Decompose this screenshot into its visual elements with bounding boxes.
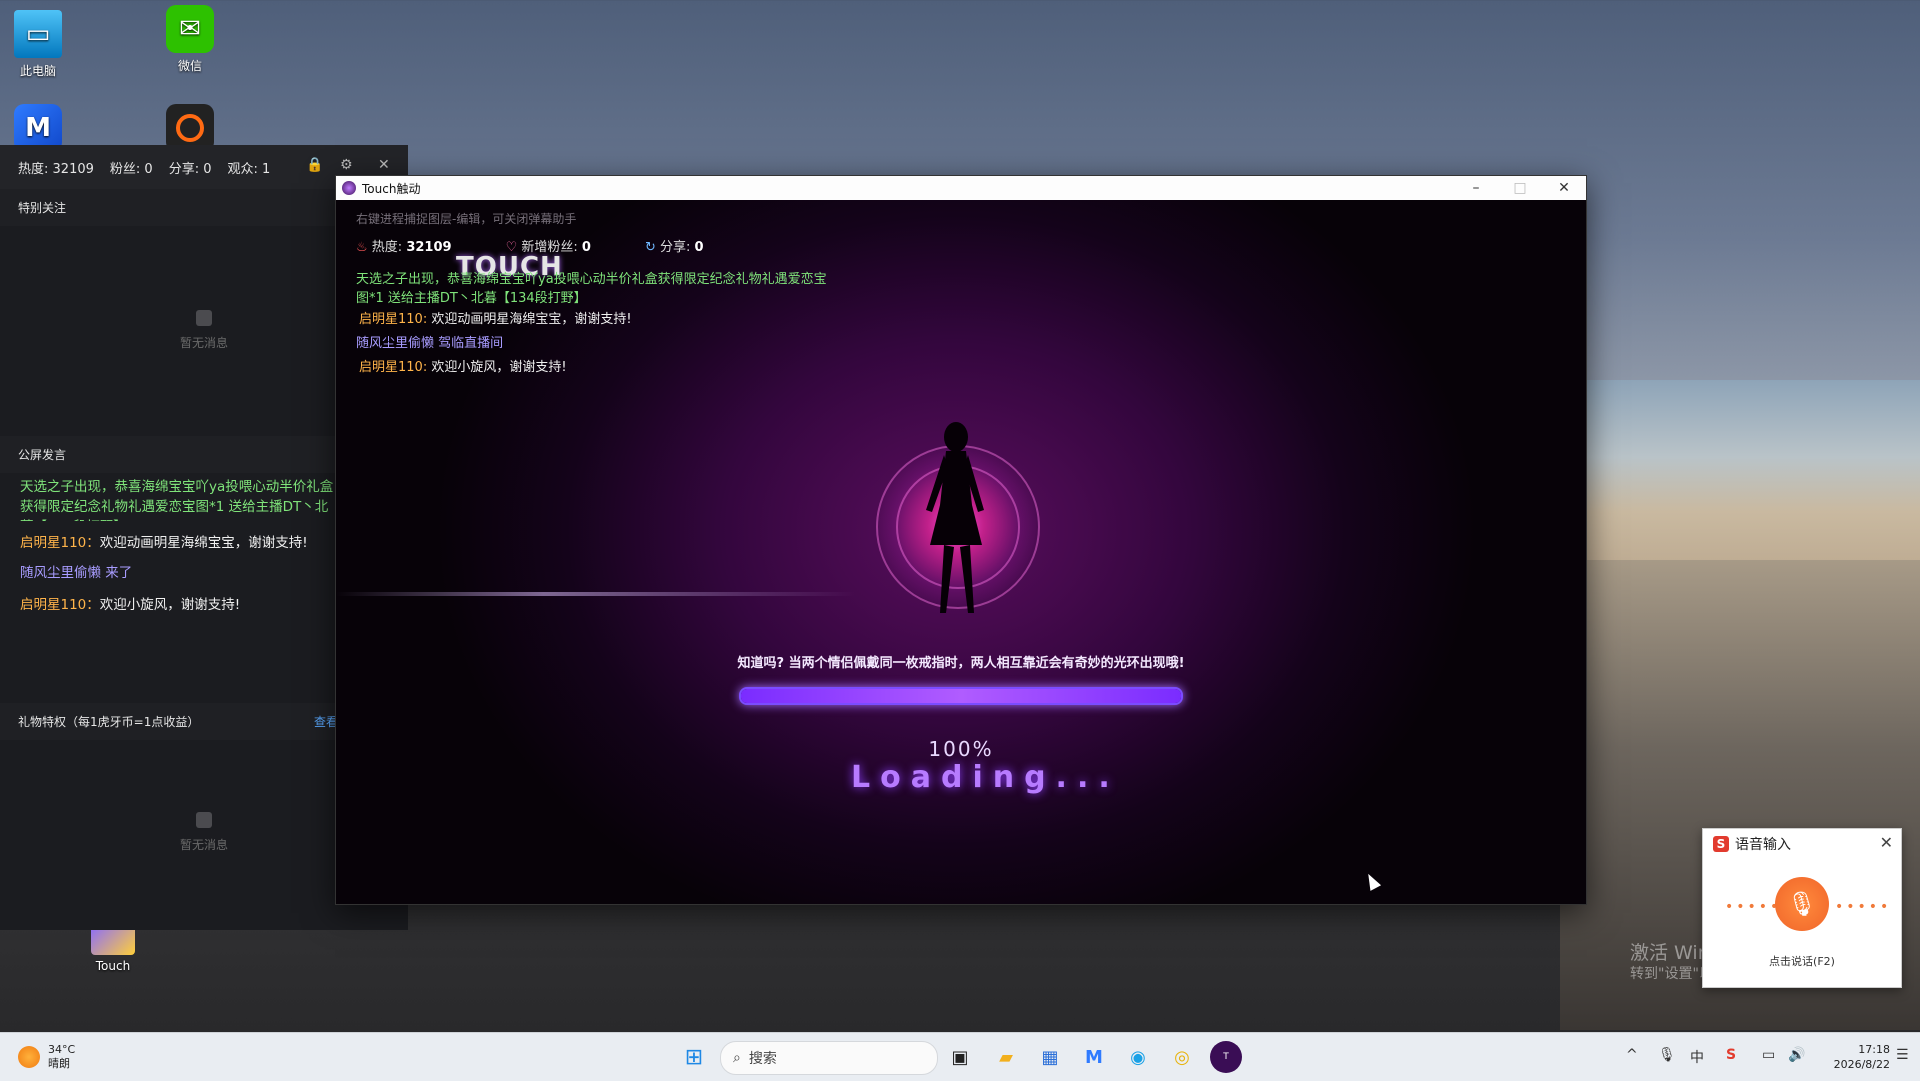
share-icon: ↻ bbox=[644, 240, 656, 255]
computer-icon: ▭ bbox=[14, 10, 62, 58]
wechat-icon: ✉ bbox=[166, 5, 214, 53]
close-icon[interactable]: ✕ bbox=[378, 157, 390, 173]
wave-dots: ••••• bbox=[1725, 899, 1782, 915]
microphone-button[interactable]: 🎙 bbox=[1775, 877, 1829, 931]
voice-input-widget: S 语音输入 ✕ ••••• 🎙 ••••• 点击说话(F2) bbox=[1702, 828, 1902, 988]
overlay-system-message: 天选之子出现，恭喜海绵宝宝吖ya投喂心动半价礼盒获得限定纪念礼物礼遇爱恋宝图*1… bbox=[356, 272, 827, 306]
wave-dots: ••••• bbox=[1835, 899, 1892, 915]
touch-game-window: Touch触动 – □ ✕ 右键进程捕捉图层-编辑，可关闭弹幕助手 ♨ 热度: … bbox=[335, 175, 1587, 905]
empty-icon bbox=[196, 812, 212, 828]
desktop-icon-touch[interactable]: Touch bbox=[68, 925, 158, 973]
microphone-icon[interactable]: 🎙 bbox=[1658, 1047, 1676, 1063]
loading-progress-bar bbox=[739, 687, 1183, 705]
chrome-icon[interactable]: ◎ bbox=[1166, 1041, 1198, 1073]
desktop-icon-label: 微信 bbox=[177, 59, 202, 73]
search-icon: ⌕ bbox=[733, 1050, 741, 1066]
settings-icon[interactable]: ⚙ bbox=[340, 157, 353, 173]
voice-input-header: S 语音输入 bbox=[1703, 829, 1901, 859]
maximize-button[interactable]: □ bbox=[1498, 176, 1542, 200]
weather-desc: 晴朗 bbox=[48, 1057, 70, 1070]
desktop-icon-label: Touch bbox=[95, 959, 131, 973]
chat-system-message: 天选之子出现，恭喜海绵宝宝吖ya投喂心动半价礼盒获得限定纪念礼物礼遇爱恋宝图*1… bbox=[20, 479, 334, 521]
app-icon bbox=[342, 181, 356, 195]
voice-input-label: 点击说话(F2) bbox=[1769, 955, 1835, 968]
app-m-icon[interactable]: M bbox=[1078, 1041, 1110, 1073]
taskbar: 34°C 晴朗 ⊞ ⌕ 搜索 ▣ ▰ ▦ M ◉ ◎ T ^ 🎙 中 S ▭ 🔊 … bbox=[0, 1032, 1920, 1081]
viewers-stat: 观众: 1 bbox=[227, 161, 271, 177]
touch-taskbar-icon[interactable]: T bbox=[1210, 1041, 1242, 1073]
heat-stat: ♨ 热度: 32109 bbox=[356, 240, 452, 255]
edge-icon[interactable]: ◉ bbox=[1122, 1041, 1154, 1073]
ime-icon[interactable]: 中 bbox=[1690, 1047, 1704, 1067]
store-icon[interactable]: ▦ bbox=[1034, 1041, 1066, 1073]
clock-time: 17:18 bbox=[1858, 1043, 1890, 1056]
share-stat: 分享: 0 bbox=[168, 161, 212, 177]
game-loading-screen: 右键进程捕捉图层-编辑，可关闭弹幕助手 ♨ 热度: 32109 ♡ 新增粉丝: … bbox=[336, 200, 1586, 904]
minimize-button[interactable]: – bbox=[1454, 176, 1498, 200]
notification-icon[interactable]: ☰ bbox=[1896, 1047, 1909, 1063]
close-button[interactable]: ✕ bbox=[1542, 176, 1586, 200]
loading-tip: 知道吗? 当两个情侣佩戴同一枚戒指时，两人相互靠近会有奇妙的光环出现哦! bbox=[737, 656, 1185, 671]
task-view-icon[interactable]: ▣ bbox=[944, 1041, 976, 1073]
clock[interactable]: 17:18 2026/8/22 bbox=[1818, 1042, 1890, 1072]
weather-temp: 34°C bbox=[48, 1043, 76, 1056]
share-stat: ↻ 分享: 0 bbox=[644, 240, 704, 255]
desktop-icon-wechat[interactable]: ✉ 微信 bbox=[145, 5, 235, 74]
fire-icon: ♨ bbox=[356, 240, 368, 255]
sogou-icon: S bbox=[1713, 836, 1729, 852]
progress-fill bbox=[741, 689, 1181, 703]
loading-text: Loading... bbox=[851, 760, 1120, 795]
search-box[interactable]: ⌕ 搜索 bbox=[720, 1041, 938, 1075]
desktop-icon-this-pc[interactable]: ▭ 此电脑 bbox=[0, 10, 83, 79]
search-placeholder: 搜索 bbox=[748, 1051, 777, 1067]
fans-stat: 粉丝: 0 bbox=[109, 161, 153, 177]
light-beam bbox=[336, 592, 856, 596]
overlay-chat-message: 启明星110: 欢迎动画明星海绵宝宝，谢谢支持! bbox=[359, 312, 632, 327]
window-titlebar[interactable]: Touch触动 – □ ✕ bbox=[336, 176, 1586, 200]
chevron-up-icon[interactable]: ^ bbox=[1626, 1047, 1638, 1063]
close-icon[interactable]: ✕ bbox=[1880, 833, 1893, 852]
start-icon[interactable]: ⊞ bbox=[678, 1041, 710, 1073]
clock-date: 2026/8/22 bbox=[1833, 1058, 1890, 1071]
network-icon[interactable]: ▭ bbox=[1762, 1047, 1775, 1063]
overlay-enter-message: 随风尘里偷懒 驾临直播间 bbox=[356, 336, 504, 351]
window-title: Touch触动 bbox=[362, 181, 421, 196]
sogou-icon[interactable]: S bbox=[1726, 1047, 1736, 1063]
sun-icon bbox=[18, 1046, 40, 1068]
file-explorer-icon[interactable]: ▰ bbox=[990, 1041, 1022, 1073]
overlay-hint: 右键进程捕捉图层-编辑，可关闭弹幕助手 bbox=[356, 212, 577, 226]
lock-icon[interactable]: 🔒 bbox=[306, 157, 323, 173]
empty-icon bbox=[196, 310, 212, 326]
volume-icon[interactable]: 🔊 bbox=[1788, 1047, 1805, 1063]
heat-stat: 热度: 32109 bbox=[18, 161, 94, 177]
desktop-icon-label: 此电脑 bbox=[19, 64, 56, 78]
overlay-chat-message: 启明星110: 欢迎小旋风，谢谢支持! bbox=[359, 360, 567, 375]
weather-widget[interactable]: 34°C 晴朗 bbox=[18, 1043, 75, 1071]
progress-percent: 100% bbox=[928, 737, 994, 761]
dancer-silhouette bbox=[926, 422, 984, 613]
voice-input-title: 语音输入 bbox=[1735, 837, 1791, 853]
